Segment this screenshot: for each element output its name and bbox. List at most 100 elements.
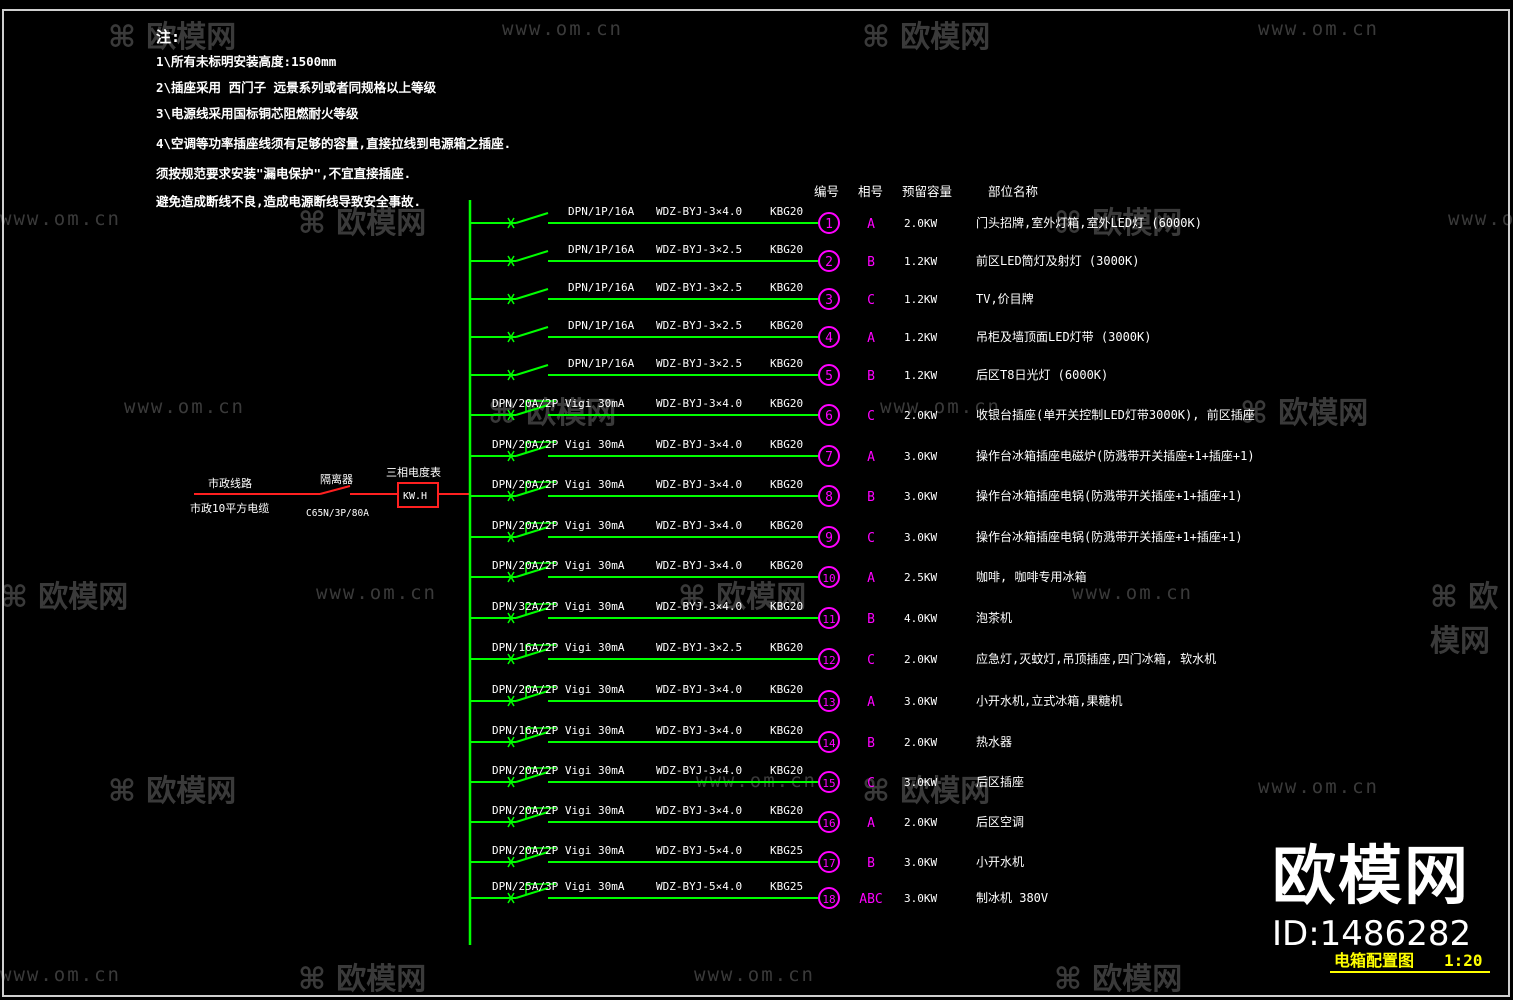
breaker-spec: DPN/20A/2P Vigi 30mA <box>492 683 625 696</box>
circuit-number: 11 <box>822 613 835 626</box>
phase-label: A <box>867 816 875 831</box>
cable-spec: WDZ-BYJ-3×4.0 <box>656 478 742 491</box>
circuit-number: 3 <box>825 293 833 308</box>
cable-spec: WDZ-BYJ-3×2.5 <box>656 281 742 294</box>
location-description: 操作台冰箱插座电锅(防溅带开关插座+1+插座+1) <box>976 488 1243 503</box>
circuit-number: 9 <box>825 531 833 546</box>
phase-label: ABC <box>859 892 882 907</box>
circuit-rows: DPN/1P/16A WDZ-BYJ-3×4.0 KBG20 1 A 2.0KW 门头招牌,… <box>470 205 1255 909</box>
capacity-value: 1.2KW <box>904 255 937 268</box>
capacity-value: 3.0KW <box>904 856 937 869</box>
phase-label: B <box>867 255 875 270</box>
circuit-number: 2 <box>825 255 833 270</box>
phase-label: A <box>867 695 875 710</box>
cable-spec: WDZ-BYJ-3×4.0 <box>656 764 742 777</box>
cable-spec: WDZ-BYJ-3×4.0 <box>656 519 742 532</box>
brand-name: 欧模网 <box>1272 840 1470 914</box>
breaker-spec: DPN/16A/2P Vigi 30mA <box>492 724 625 737</box>
conduit-spec: KBG20 <box>770 804 803 817</box>
circuit-number: 10 <box>822 572 835 585</box>
circuit-number: 17 <box>822 857 835 870</box>
breaker-spec: DPN/20A/2P Vigi 30mA <box>492 397 625 410</box>
location-description: 收银台插座(单开关控制LED灯带3000K), 前区插座 <box>976 407 1255 422</box>
phase-label: A <box>867 331 875 346</box>
conduit-spec: KBG20 <box>770 600 803 613</box>
note-line: 2\插座采用 西门子 远景系列或者同规格以上等级 <box>156 80 437 95</box>
cable-spec: WDZ-BYJ-5×4.0 <box>656 844 742 857</box>
circuit-number: 16 <box>822 817 835 830</box>
conduit-spec: KBG20 <box>770 764 803 777</box>
cable-spec: WDZ-BYJ-3×4.0 <box>656 683 742 696</box>
circuit-number: 8 <box>825 490 833 505</box>
cable-spec: WDZ-BYJ-3×4.0 <box>656 600 742 613</box>
conduit-spec: KBG20 <box>770 724 803 737</box>
breaker-spec: DPN/20A/2P Vigi 30mA <box>492 559 625 572</box>
location-description: TV,价目牌 <box>976 292 1034 306</box>
cable-spec: WDZ-BYJ-3×2.5 <box>656 319 742 332</box>
conduit-spec: KBG20 <box>770 397 803 410</box>
phase-label: C <box>867 531 875 546</box>
circuit-number: 12 <box>822 654 835 667</box>
notes-heading: 注: <box>156 28 180 46</box>
note-line: 避免造成断线不良,造成电源断线导致安全事故. <box>156 194 421 209</box>
circuit-number: 4 <box>825 331 833 346</box>
circuit-number: 13 <box>822 696 835 709</box>
conduit-spec: KBG20 <box>770 559 803 572</box>
breaker-spec: DPN/20A/2P Vigi 30mA <box>492 519 625 532</box>
header-location: 部位名称 <box>988 184 1038 199</box>
capacity-value: 2.0KW <box>904 409 937 422</box>
cable-spec: WDZ-BYJ-3×4.0 <box>656 559 742 572</box>
breaker-switch-blade <box>515 212 549 224</box>
breaker-spec: DPN/1P/16A <box>568 281 635 294</box>
location-description: 制冰机 380V <box>976 891 1048 905</box>
breaker-spec: DPN/1P/16A <box>568 243 635 256</box>
circuit-number: 14 <box>822 737 836 750</box>
capacity-value: 3.0KW <box>904 776 937 789</box>
phase-label: A <box>867 571 875 586</box>
location-description: 应急灯,灭蚊灯,吊顶插座,四门冰箱, 软水机 <box>976 651 1216 666</box>
conduit-spec: KBG20 <box>770 641 803 654</box>
capacity-value: 3.0KW <box>904 695 937 708</box>
breaker-spec: DPN/25A/3P Vigi 30mA <box>492 880 625 893</box>
breaker-spec: DPN/16A/2P Vigi 30mA <box>492 641 625 654</box>
conduit-spec: KBG20 <box>770 243 803 256</box>
capacity-value: 3.0KW <box>904 450 937 463</box>
isolator-label: 隔离器 <box>320 472 353 486</box>
phase-label: B <box>867 369 875 384</box>
capacity-value: 3.0KW <box>904 892 937 905</box>
brand-logo: 欧模网 ID:1486282 <box>1272 840 1472 954</box>
capacity-value: 3.0KW <box>904 490 937 503</box>
breaker-spec: DPN/20A/2P Vigi 30mA <box>492 478 625 491</box>
cad-drawing-canvas: ⌘ 欧模网 ⌘ 欧模网 ⌘ 欧模网 ⌘ 欧模网 ⌘ 欧模网 ⌘ 欧模网 ⌘ 欧模网 ⌘ 欧模网… <box>0 0 1513 1000</box>
conduit-spec: KBG20 <box>770 319 803 332</box>
conduit-spec: KBG20 <box>770 205 803 218</box>
circuit-number: 5 <box>825 369 833 384</box>
circuit-number: 1 <box>825 217 833 232</box>
location-description: 小开水机,立式冰箱,果糖机 <box>976 693 1122 708</box>
header-capacity: 预留容量 <box>902 184 952 199</box>
note-line: 4\空调等功率插座线须有足够的容量,直接拉线到电源箱之插座. <box>156 136 511 151</box>
breaker-spec: DPN/20A/2P Vigi 30mA <box>492 844 625 857</box>
cable-spec: WDZ-BYJ-3×4.0 <box>656 724 742 737</box>
location-description: 后区空调 <box>976 815 1024 829</box>
note-line: 须按规范要求安装"漏电保护",不宜直接插座. <box>156 166 411 181</box>
phase-label: B <box>867 490 875 505</box>
capacity-value: 3.0KW <box>904 531 937 544</box>
conduit-spec: KBG25 <box>770 844 803 857</box>
circuit-number: 6 <box>825 409 833 424</box>
circuit-number: 18 <box>822 893 835 906</box>
phase-label: B <box>867 736 875 751</box>
conduit-spec: KBG20 <box>770 519 803 532</box>
cable-spec: WDZ-BYJ-3×2.5 <box>656 641 742 654</box>
column-headers: 编号 相号 预留容量 部位名称 <box>814 184 1038 199</box>
notes-block: 注: 1\所有未标明安装高度:1500mm 2\插座采用 西门子 远景系列或者同… <box>156 28 511 209</box>
location-description: 前区LED筒灯及射灯 (3000K) <box>976 253 1139 268</box>
capacity-value: 2.0KW <box>904 653 937 666</box>
breaker-spec: DPN/20A/2P Vigi 30mA <box>492 804 625 817</box>
phase-label: B <box>867 612 875 627</box>
capacity-value: 2.5KW <box>904 571 937 584</box>
title-block: 电箱配置图 1:20 <box>1330 951 1490 973</box>
phase-label: B <box>867 856 875 871</box>
location-description: 后区插座 <box>976 774 1024 789</box>
phase-label: C <box>867 776 875 791</box>
